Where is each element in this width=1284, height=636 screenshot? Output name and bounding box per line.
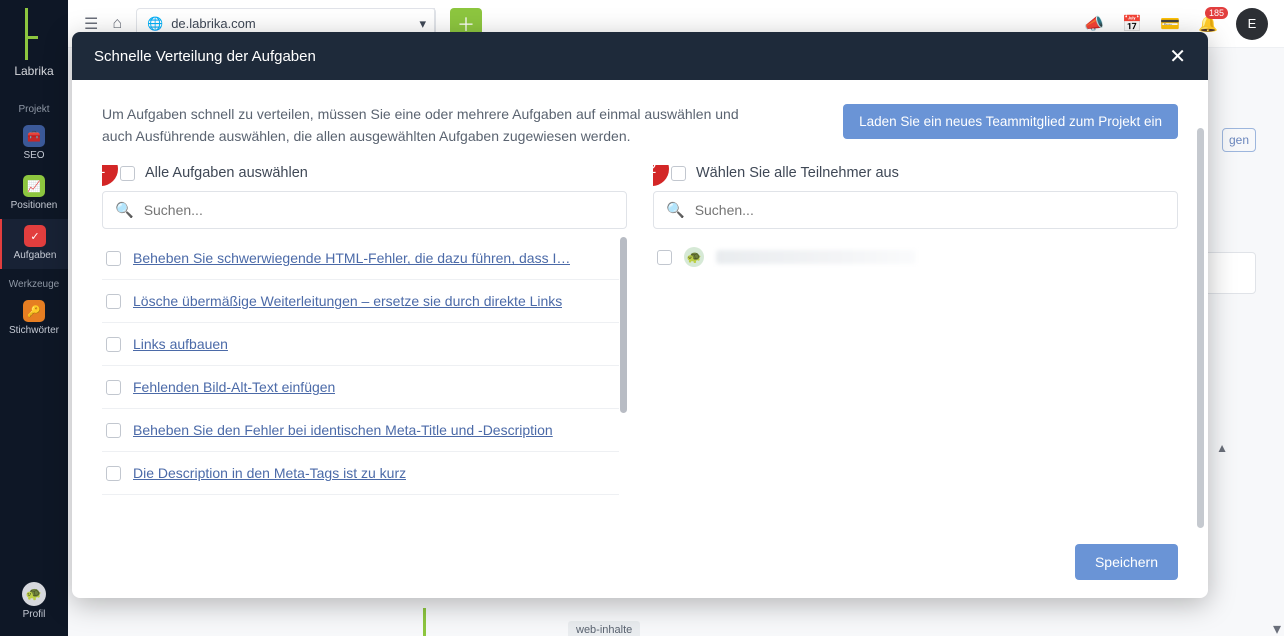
task-row[interactable]: Beheben Sie den Fehler bei identischen M… — [102, 409, 619, 452]
task-row[interactable]: Links aufbauen — [102, 323, 619, 366]
task-checkbox[interactable] — [106, 251, 121, 266]
participant-row[interactable]: 🐢 — [653, 237, 1178, 277]
tasks-search[interactable]: 🔍 — [102, 191, 627, 229]
save-button[interactable]: Speichern — [1075, 544, 1178, 580]
task-checkbox[interactable] — [106, 337, 121, 352]
task-row[interactable]: Lösche übermäßige Weiterleitungen – erse… — [102, 280, 619, 323]
tasks-list: Beheben Sie schwerwiegende HTML-Fehler, … — [102, 237, 627, 522]
participant-name — [716, 250, 916, 264]
participant-avatar-icon: 🐢 — [684, 247, 704, 267]
modal-header: Schnelle Verteilung der Aufgaben ✕ — [72, 32, 1208, 80]
participants-column: 2 Wählen Sie alle Teilnehmer aus 🔍 🐢 — [653, 165, 1178, 522]
step-badge-1: 1 — [102, 165, 118, 186]
select-all-participants-checkbox[interactable] — [671, 166, 686, 181]
search-icon: 🔍 — [115, 201, 134, 219]
tasks-search-input[interactable] — [144, 202, 614, 218]
task-link[interactable]: Beheben Sie schwerwiegende HTML-Fehler, … — [133, 250, 570, 266]
modal-description: Um Aufgaben schnell zu verteilen, müssen… — [102, 104, 742, 147]
modal-scrollbar[interactable] — [1197, 128, 1204, 528]
scrollbar[interactable] — [620, 237, 627, 413]
task-checkbox[interactable] — [106, 466, 121, 481]
task-link[interactable]: Lösche übermäßige Weiterleitungen – erse… — [133, 293, 562, 309]
participants-column-title: Wählen Sie alle Teilnehmer aus — [696, 165, 899, 181]
invite-button[interactable]: Laden Sie ein neues Teammitglied zum Pro… — [843, 104, 1178, 139]
tasks-column: 1 Alle Aufgaben auswählen 🔍 Beheben Sie … — [102, 165, 627, 522]
task-link[interactable]: Links aufbauen — [133, 336, 228, 352]
modal-footer: Speichern — [72, 532, 1208, 598]
task-link[interactable]: Beheben Sie den Fehler bei identischen M… — [133, 422, 553, 438]
participants-list: 🐢 — [653, 237, 1178, 522]
participants-search-input[interactable] — [695, 202, 1165, 218]
search-icon: 🔍 — [666, 201, 685, 219]
close-icon[interactable]: ✕ — [1169, 44, 1186, 69]
task-row[interactable]: Beheben Sie schwerwiegende HTML-Fehler, … — [102, 237, 619, 280]
modal-overlay: Schnelle Verteilung der Aufgaben ✕ Um Au… — [0, 0, 1284, 636]
task-link[interactable]: Die Description in den Meta-Tags ist zu … — [133, 465, 406, 481]
task-checkbox[interactable] — [106, 423, 121, 438]
step-badge-2: 2 — [653, 165, 669, 186]
participant-checkbox[interactable] — [657, 250, 672, 265]
tasks-column-title: Alle Aufgaben auswählen — [145, 165, 308, 181]
task-row[interactable]: Die Description in den Meta-Tags ist zu … — [102, 452, 619, 495]
modal: Schnelle Verteilung der Aufgaben ✕ Um Au… — [72, 32, 1208, 598]
participants-search[interactable]: 🔍 — [653, 191, 1178, 229]
select-all-tasks-checkbox[interactable] — [120, 166, 135, 181]
task-link[interactable]: Fehlenden Bild-Alt-Text einfügen — [133, 379, 335, 395]
task-row[interactable]: Fehlenden Bild-Alt-Text einfügen — [102, 366, 619, 409]
modal-body: Um Aufgaben schnell zu verteilen, müssen… — [72, 80, 1208, 532]
task-checkbox[interactable] — [106, 380, 121, 395]
task-checkbox[interactable] — [106, 294, 121, 309]
modal-title: Schnelle Verteilung der Aufgaben — [94, 48, 316, 65]
